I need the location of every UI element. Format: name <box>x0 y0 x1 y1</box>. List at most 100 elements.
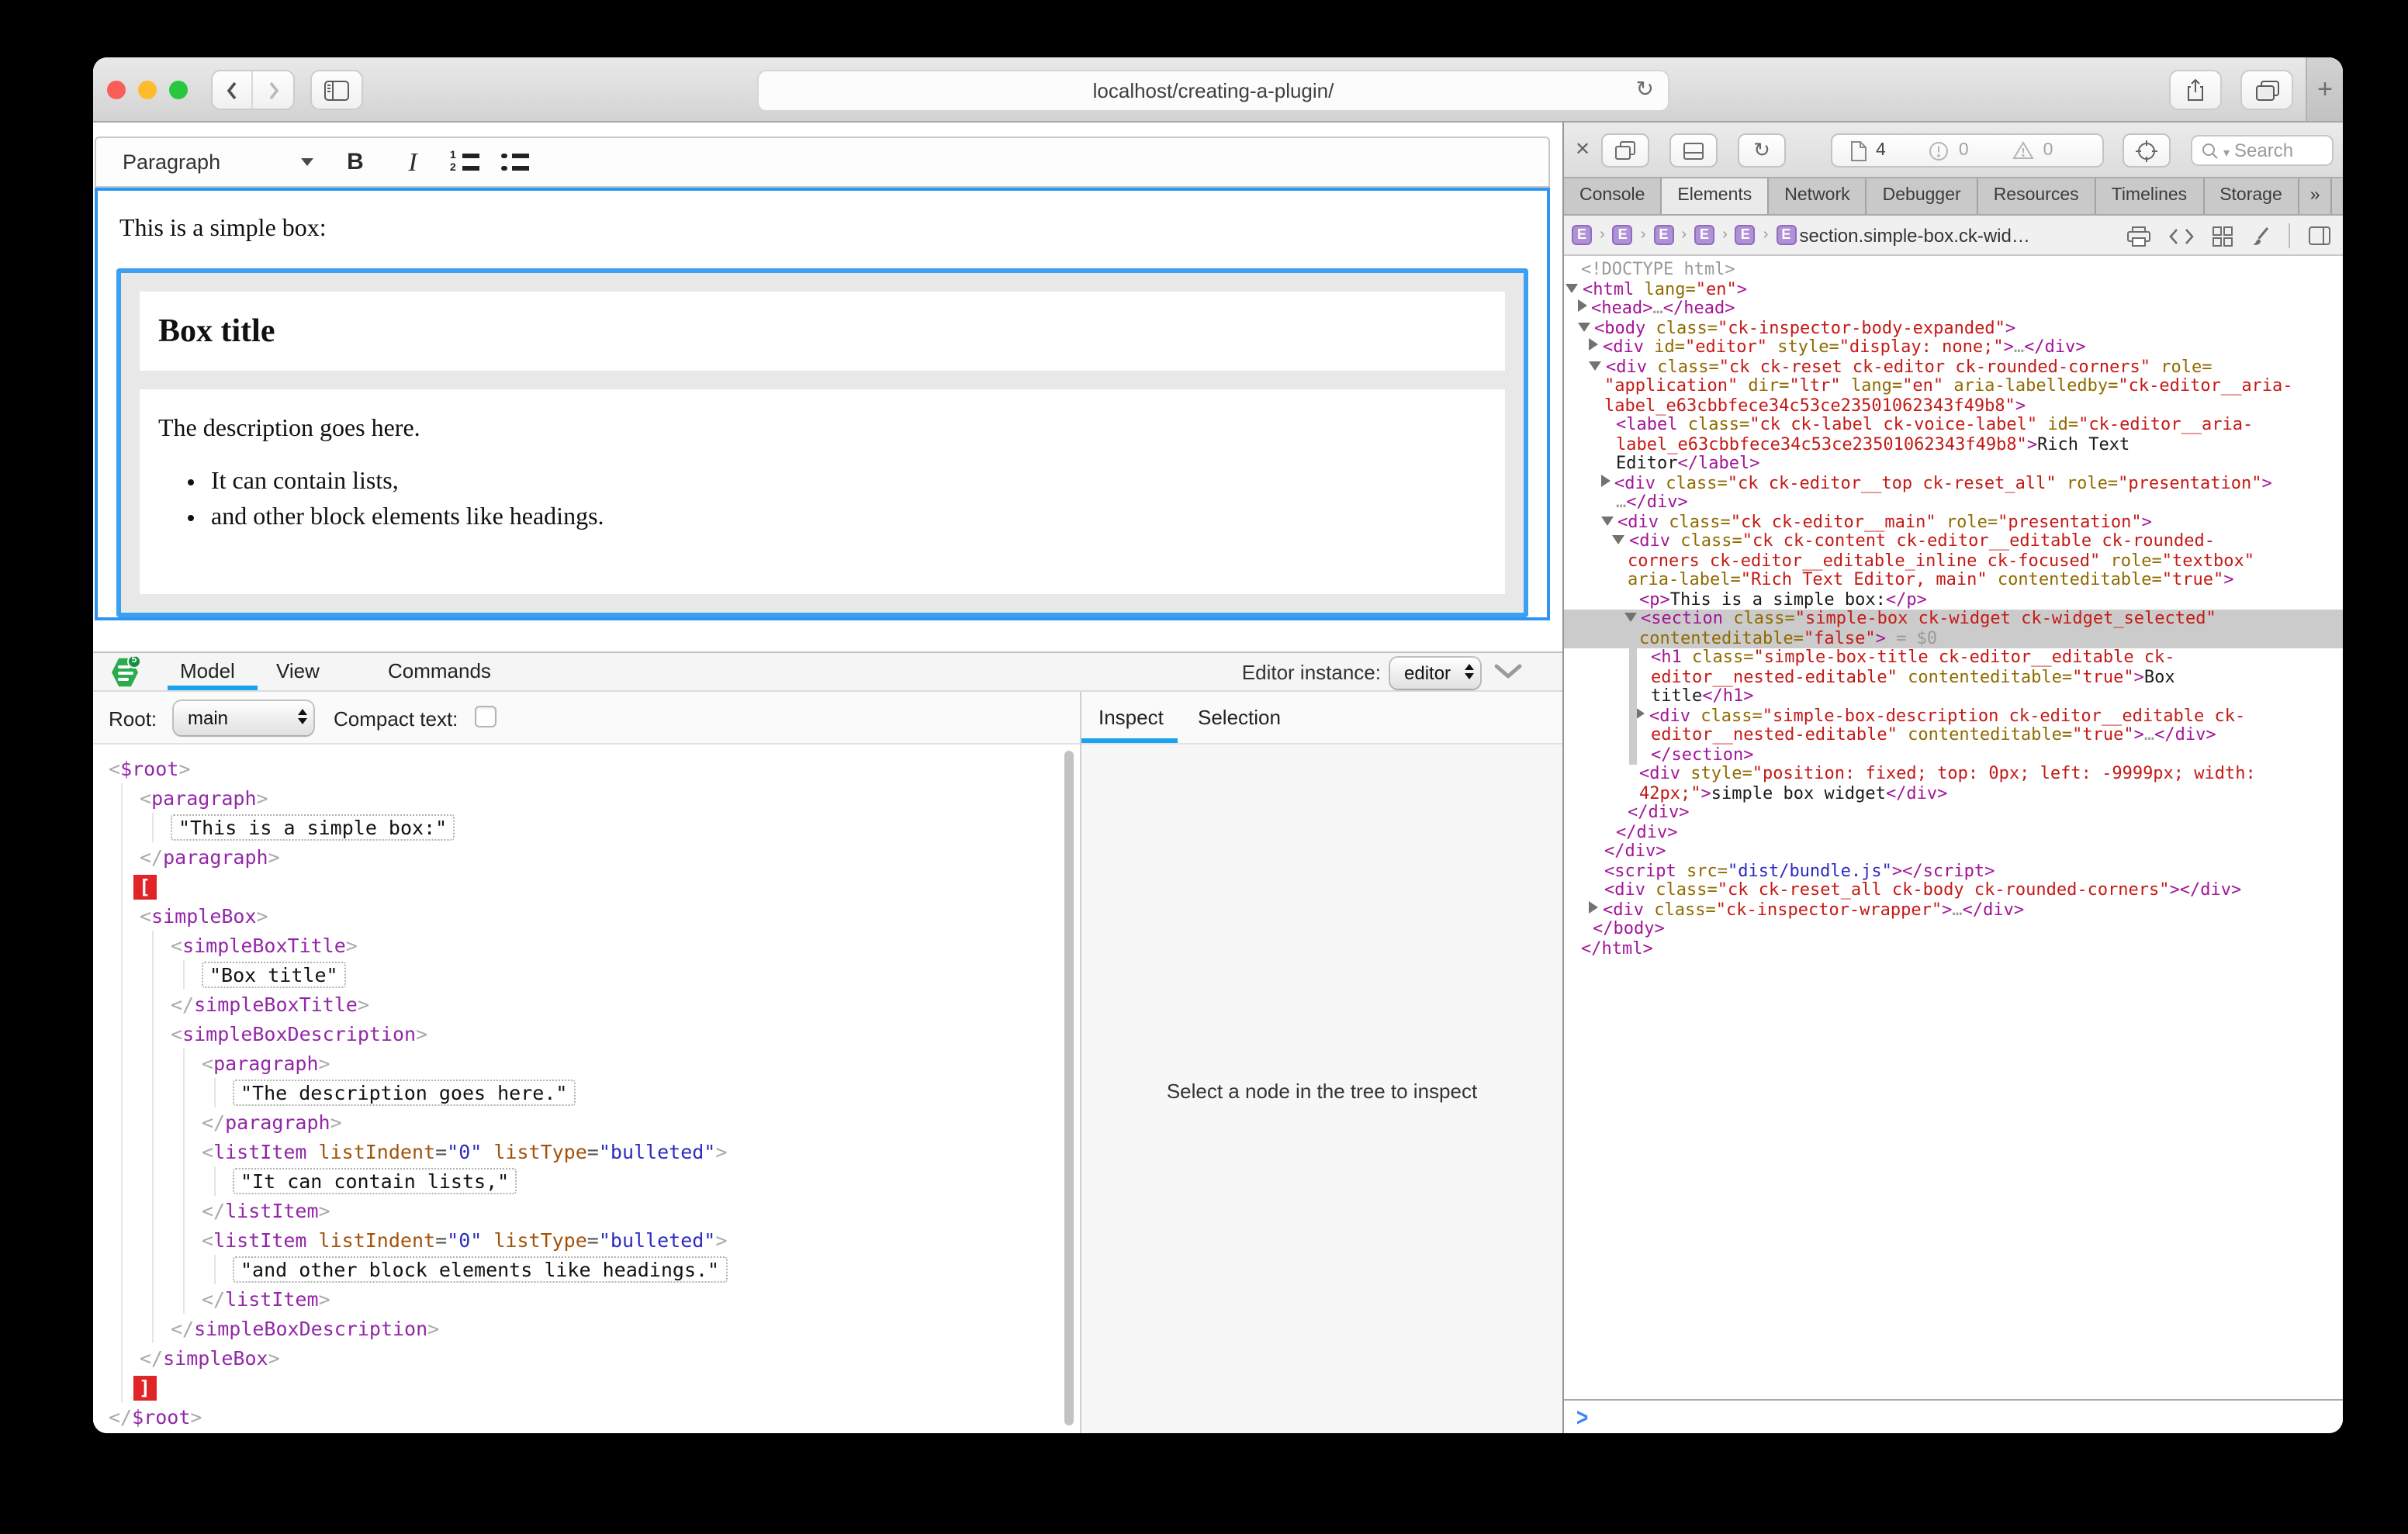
tab-overview-button[interactable] <box>2240 70 2293 110</box>
grid-icon[interactable] <box>2213 226 2233 246</box>
dom-tree-line[interactable]: <div class="ck ck-content ck-editor__edi… <box>1564 532 2343 551</box>
close-window-button[interactable] <box>107 81 126 99</box>
simple-box-title[interactable]: Box title <box>140 292 1505 371</box>
details-sidebar-icon[interactable] <box>2309 226 2330 245</box>
model-tree-line[interactable]: "and other block elements like headings.… <box>233 1255 1080 1284</box>
tab-selection[interactable]: Selection <box>1198 706 1281 729</box>
devtools-tab-resources[interactable]: Resources <box>1978 178 2096 214</box>
search-input[interactable]: ▾ Search <box>2191 135 2334 166</box>
new-tab-button[interactable]: + <box>2306 57 2343 121</box>
bulleted-list-button[interactable] <box>501 152 528 172</box>
selection-marker[interactable]: ] <box>140 1373 1080 1402</box>
dom-tree-line[interactable]: <div class="ck ck-editor__top ck-reset_a… <box>1564 474 2343 493</box>
dom-tree-line[interactable]: editor__nested-editable" contenteditable… <box>1564 726 2343 745</box>
devtools-tab-elements[interactable]: Elements <box>1662 178 1769 214</box>
dock-bottom-button[interactable] <box>1669 133 1718 168</box>
dom-tree-line[interactable]: <head>…</head> <box>1564 299 2343 319</box>
breadcrumb-element-badge[interactable]: E <box>1735 225 1756 245</box>
simple-box-widget[interactable]: Box title The description goes here. It … <box>116 268 1528 617</box>
devtools-tab-network[interactable]: Network <box>1769 178 1867 214</box>
description-paragraph[interactable]: The description goes here. <box>158 416 1486 444</box>
devtools-tab-debugger[interactable]: Debugger <box>1867 178 1978 214</box>
numbered-list-button[interactable]: 1 2 <box>450 152 479 172</box>
model-tree-line[interactable]: <simpleBoxDescription> <box>171 1019 1080 1049</box>
tab-inspect[interactable]: Inspect <box>1098 706 1164 729</box>
minimize-window-button[interactable] <box>138 81 157 99</box>
model-tree-line[interactable]: </paragraph> <box>202 1107 1080 1137</box>
model-tree-line[interactable]: </simpleBox> <box>140 1343 1080 1373</box>
dom-tree-line[interactable]: <div class="ck-inspector-wrapper">…</div… <box>1564 900 2343 920</box>
reload-page-button[interactable]: ↻ <box>1738 133 1786 168</box>
model-tree-line[interactable]: "This is a simple box:" <box>171 813 1080 842</box>
model-tree-line[interactable]: </simpleBoxTitle> <box>171 990 1080 1019</box>
model-tree-line[interactable]: </simpleBoxDescription> <box>171 1314 1080 1343</box>
dom-tree-line[interactable]: <body class="ck-inspector-body-expanded"… <box>1564 319 2343 338</box>
sidebar-button[interactable] <box>310 70 363 110</box>
dom-tree-line[interactable]: …</div> <box>1564 493 2343 513</box>
model-tree-line[interactable]: <paragraph> <box>140 783 1080 813</box>
dom-tree-line[interactable]: </div> <box>1564 823 2343 842</box>
model-tree-line[interactable]: <simpleBoxTitle> <box>171 931 1080 960</box>
dom-tree-line[interactable]: </body> <box>1564 920 2343 939</box>
dom-tree-line[interactable]: 42px;">simple box widget</div> <box>1564 784 2343 803</box>
model-tree-line[interactable]: <listItem listIndent="0" listType="bulle… <box>202 1137 1080 1166</box>
simple-box-description[interactable]: The description goes here. It can contai… <box>140 389 1505 594</box>
model-tree-line[interactable]: <$root> <box>109 754 1080 783</box>
disclosure-open-icon[interactable] <box>1624 613 1636 622</box>
list-item[interactable]: and other block elements like headings. <box>211 503 1486 532</box>
breadcrumb-element-badge[interactable]: E <box>1694 225 1714 245</box>
disclosure-open-icon[interactable] <box>1589 361 1601 370</box>
breadcrumb-element-badge[interactable]: E <box>1776 225 1796 245</box>
zoom-window-button[interactable] <box>169 81 188 99</box>
model-tree-line[interactable]: "The description goes here." <box>233 1078 1080 1107</box>
dom-tree-line[interactable]: <p>This is a simple box:</p> <box>1564 590 2343 610</box>
devtools-tab-storage[interactable]: Storage <box>2204 178 2299 214</box>
disclosure-open-icon[interactable] <box>1566 283 1578 292</box>
dom-tree-line[interactable]: <div style="position: fixed; top: 0px; l… <box>1564 765 2343 784</box>
resource-stats[interactable]: 4 0 0 <box>1831 133 2104 168</box>
dom-tree-line[interactable]: <section class="simple-box ck-widget ck-… <box>1564 610 2343 629</box>
dom-tree-line[interactable]: </html> <box>1564 939 2343 959</box>
dom-tree-line[interactable]: </section> <box>1564 745 2343 765</box>
model-tree-line[interactable]: "Box title" <box>202 960 1080 990</box>
model-tree-line[interactable]: </$root> <box>109 1402 1080 1432</box>
dom-tree-line[interactable]: label_e63cbbfece34c53ce23501062343f49b8"… <box>1564 396 2343 416</box>
dom-tree-line[interactable]: editor__nested-editable" contenteditable… <box>1564 668 2343 687</box>
tree-scrollbar[interactable] <box>1064 751 1074 1425</box>
dom-tree-line[interactable]: title</h1> <box>1564 687 2343 707</box>
dom-tree-line[interactable]: <div class="simple-box-description ck-ed… <box>1564 707 2343 726</box>
intro-paragraph[interactable]: This is a simple box: <box>119 216 1528 244</box>
dom-tree-line[interactable]: </div> <box>1564 842 2343 862</box>
disclosure-closed-icon[interactable] <box>1589 900 1598 913</box>
dom-tree-line[interactable]: <script src="dist/bundle.js"></script> <box>1564 862 2343 881</box>
model-tree-line[interactable]: <listItem listIndent="0" listType="bulle… <box>202 1225 1080 1255</box>
dom-tree-line[interactable]: <h1 class="simple-box-title ck-editor__e… <box>1564 648 2343 668</box>
element-picker-button[interactable] <box>2123 133 2171 168</box>
tab-commands[interactable]: Commands <box>388 659 491 682</box>
dom-tree-line[interactable]: <div class="ck ck-reset_all ck-body ck-r… <box>1564 881 2343 900</box>
model-tree-line[interactable]: </listItem> <box>202 1284 1080 1314</box>
dom-tree-line[interactable]: label_e63cbbfece34c53ce23501062343f49b8"… <box>1564 435 2343 454</box>
disclosure-closed-icon[interactable] <box>1600 474 1610 486</box>
disclosure-closed-icon[interactable] <box>1577 299 1586 312</box>
dom-tree-line[interactable]: <div id="editor" style="display: none;">… <box>1564 338 2343 358</box>
devtools-tab-overflow-tabs[interactable]: » <box>2299 178 2333 214</box>
dom-tree-line[interactable]: "application" dir="ltr" lang="en" aria-l… <box>1564 377 2343 396</box>
dom-tree-line[interactable]: <div class="ck ck-reset ck-editor ck-rou… <box>1564 358 2343 377</box>
compact-text-checkbox[interactable] <box>475 706 496 727</box>
quick-console[interactable]: > <box>1564 1399 2343 1433</box>
devtools-tab-new-inspector-tab[interactable]: + <box>2333 178 2343 214</box>
dock-window-button[interactable] <box>1601 133 1649 168</box>
breadcrumb-element-badge[interactable]: E <box>1613 225 1633 245</box>
model-tree-line[interactable]: "It can contain lists," <box>233 1166 1080 1196</box>
dom-tree-line[interactable]: </div> <box>1564 803 2343 823</box>
url-bar[interactable]: localhost/creating-a-plugin/ ↻ <box>757 70 1669 112</box>
dom-tree-line[interactable]: aria-label="Rich Text Editor, main" cont… <box>1564 571 2343 590</box>
print-icon[interactable] <box>2127 226 2150 246</box>
model-tree-line[interactable]: <simpleBox> <box>140 901 1080 931</box>
dom-tree-line[interactable]: corners ck-editor__editable_inline ck-fo… <box>1564 551 2343 571</box>
back-button[interactable] <box>213 71 253 109</box>
box-title-heading[interactable]: Box title <box>158 312 1486 351</box>
italic-button[interactable]: I <box>397 147 428 178</box>
devtools-tab-timelines[interactable]: Timelines <box>2096 178 2205 214</box>
